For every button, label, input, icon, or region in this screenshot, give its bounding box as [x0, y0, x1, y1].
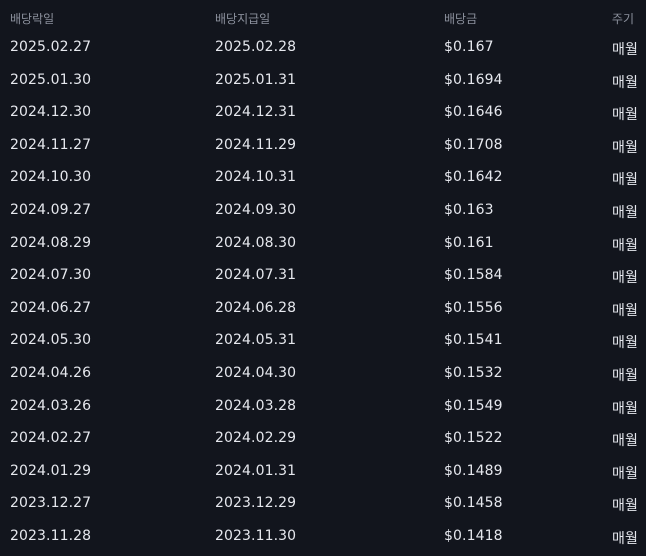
table-body: 2025.02.27 2025.02.28 $0.167 매월 2025.01.30 20…: [0, 31, 646, 553]
cell-ex-date: 2024.02.27: [10, 430, 92, 447]
cell-pay-date: 2025.02.28: [215, 39, 297, 55]
cell-amount: $0.1418: [444, 527, 503, 544]
cell-amount: $0.1646: [444, 104, 503, 121]
table-row: 2023.12.27 2023.12.29 $0.1458 매월: [0, 487, 646, 520]
cell-amount: $0.167: [444, 39, 494, 55]
cell-amount: $0.1694: [444, 71, 503, 88]
cell-amount: $0.1556: [444, 299, 503, 316]
cell-pay-date: 2024.12.31: [215, 104, 297, 121]
table-header: 배당락일 배당지급일 배당금 주기: [0, 0, 646, 34]
cell-pay-date: 2023.11.30: [215, 527, 297, 544]
table-row: 2024.04.26 2024.04.30 $0.1532 매월: [0, 357, 646, 390]
cell-pay-date: 2024.07.31: [215, 267, 297, 284]
table-row: 2024.09.27 2024.09.30 $0.163 매월: [0, 194, 646, 227]
cell-frequency: 매월: [612, 139, 638, 156]
cell-frequency: 매월: [612, 42, 638, 58]
table-row: 2024.11.27 2024.11.29 $0.1708 매월: [0, 129, 646, 162]
cell-amount: $0.1642: [444, 169, 503, 186]
column-header-frequency[interactable]: 주기: [612, 10, 634, 27]
column-header-pay-date[interactable]: 배당지급일: [215, 10, 270, 27]
cell-pay-date: 2024.11.29: [215, 136, 297, 153]
cell-ex-date: 2024.05.30: [10, 332, 92, 349]
cell-frequency: 매월: [612, 530, 638, 547]
cell-ex-date: 2024.04.26: [10, 364, 92, 381]
cell-ex-date: 2024.12.30: [10, 104, 92, 121]
cell-frequency: 매월: [612, 270, 638, 287]
cell-pay-date: 2024.04.30: [215, 364, 297, 381]
table-row: 2024.07.30 2024.07.31 $0.1584 매월: [0, 259, 646, 292]
cell-frequency: 매월: [612, 107, 638, 124]
table-row: 2024.05.30 2024.05.31 $0.1541 매월: [0, 324, 646, 357]
cell-pay-date: 2024.05.31: [215, 332, 297, 349]
table-row: 2023.11.28 2023.11.30 $0.1418 매월: [0, 520, 646, 553]
cell-frequency: 매월: [612, 237, 638, 254]
cell-amount: $0.1549: [444, 397, 503, 414]
cell-amount: $0.1532: [444, 364, 503, 381]
table-row: 2025.02.27 2025.02.28 $0.167 매월: [0, 31, 646, 64]
cell-ex-date: 2024.07.30: [10, 267, 92, 284]
table-row: 2024.08.29 2024.08.30 $0.161 매월: [0, 227, 646, 260]
cell-ex-date: 2024.06.27: [10, 299, 92, 316]
cell-frequency: 매월: [612, 367, 638, 384]
cell-frequency: 매월: [612, 400, 638, 417]
table-row: 2024.02.27 2024.02.29 $0.1522 매월: [0, 422, 646, 455]
cell-amount: $0.1708: [444, 136, 503, 153]
cell-frequency: 매월: [612, 335, 638, 352]
cell-amount: $0.1541: [444, 332, 503, 349]
cell-pay-date: 2024.03.28: [215, 397, 297, 414]
column-header-amount[interactable]: 배당금: [444, 10, 477, 27]
cell-ex-date: 2023.12.27: [10, 495, 92, 512]
cell-pay-date: 2024.10.31: [215, 169, 297, 186]
cell-pay-date: 2025.01.31: [215, 71, 297, 88]
cell-amount: $0.1522: [444, 430, 503, 447]
table-row: 2024.03.26 2024.03.28 $0.1549 매월: [0, 390, 646, 423]
cell-frequency: 매월: [612, 172, 638, 189]
table-row: 2024.01.29 2024.01.31 $0.1489 매월: [0, 455, 646, 488]
table-row: 2024.10.30 2024.10.31 $0.1642 매월: [0, 161, 646, 194]
cell-amount: $0.1458: [444, 495, 503, 512]
cell-ex-date: 2025.02.27: [10, 39, 92, 55]
cell-frequency: 매월: [612, 204, 638, 221]
table-row: 2024.12.30 2024.12.31 $0.1646 매월: [0, 96, 646, 129]
cell-ex-date: 2024.01.29: [10, 462, 92, 479]
cell-pay-date: 2024.02.29: [215, 430, 297, 447]
cell-amount: $0.163: [444, 201, 494, 218]
cell-pay-date: 2023.12.29: [215, 495, 297, 512]
cell-ex-date: 2024.03.26: [10, 397, 92, 414]
cell-pay-date: 2024.08.30: [215, 234, 297, 251]
cell-frequency: 매월: [612, 74, 638, 91]
table-row: 2025.01.30 2025.01.31 $0.1694 매월: [0, 64, 646, 97]
cell-ex-date: 2023.11.28: [10, 527, 92, 544]
cell-ex-date: 2024.09.27: [10, 201, 92, 218]
cell-amount: $0.1489: [444, 462, 503, 479]
cell-frequency: 매월: [612, 498, 638, 515]
dividend-history-table: 배당락일 배당지급일 배당금 주기 2025.02.27 2025.02.28 $0…: [0, 0, 646, 556]
cell-ex-date: 2024.11.27: [10, 136, 92, 153]
cell-amount: $0.1584: [444, 267, 503, 284]
cell-ex-date: 2024.10.30: [10, 169, 92, 186]
cell-frequency: 매월: [612, 433, 638, 450]
cell-ex-date: 2024.08.29: [10, 234, 92, 251]
column-header-ex-date[interactable]: 배당락일: [10, 10, 54, 27]
cell-frequency: 매월: [612, 302, 638, 319]
cell-pay-date: 2024.01.31: [215, 462, 297, 479]
cell-amount: $0.161: [444, 234, 494, 251]
table-row: 2024.06.27 2024.06.28 $0.1556 매월: [0, 292, 646, 325]
cell-ex-date: 2025.01.30: [10, 71, 92, 88]
cell-pay-date: 2024.09.30: [215, 201, 297, 218]
cell-pay-date: 2024.06.28: [215, 299, 297, 316]
cell-frequency: 매월: [612, 465, 638, 482]
